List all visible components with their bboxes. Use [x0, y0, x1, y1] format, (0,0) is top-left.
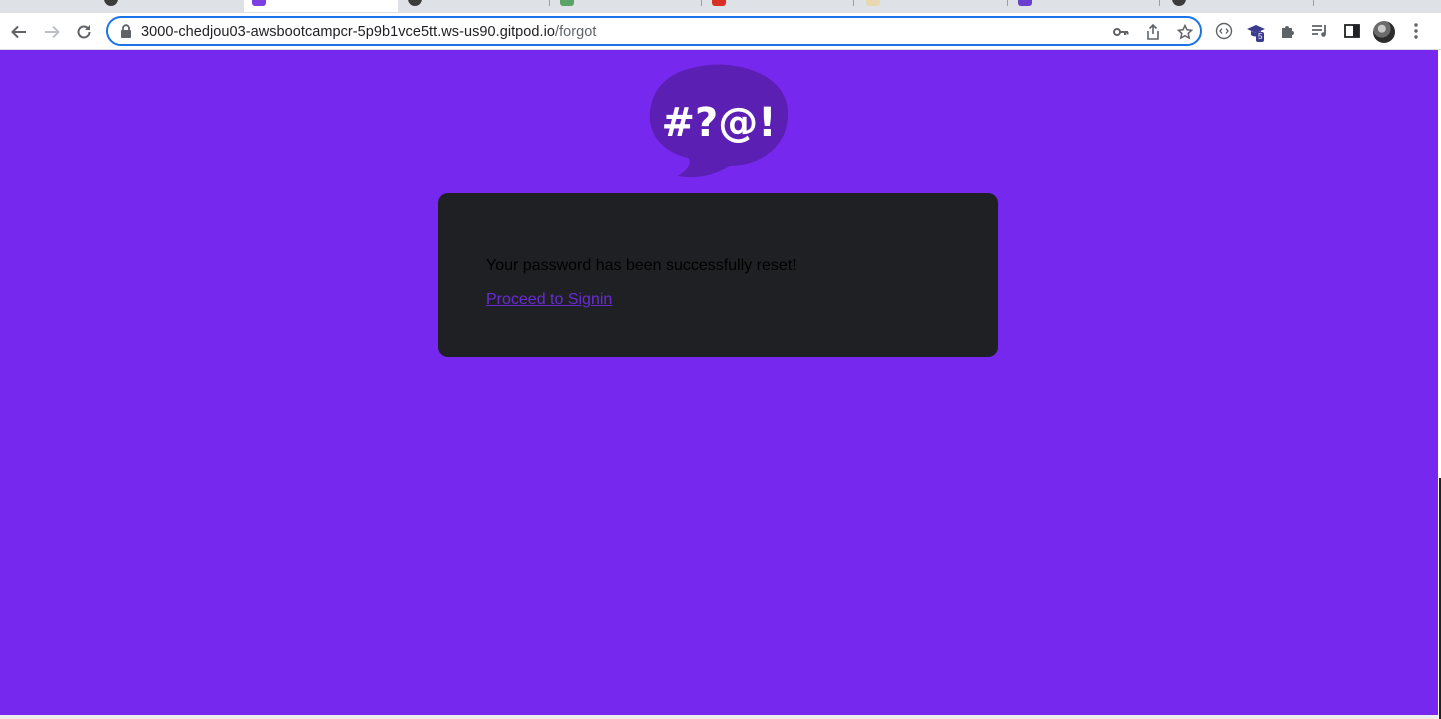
- share-icon[interactable]: [1144, 23, 1162, 41]
- browser-tab[interactable]: [400, 0, 550, 12]
- more-menu-icon[interactable]: [1406, 21, 1426, 41]
- page-viewport: #?@! Your password has been successfully…: [0, 50, 1438, 715]
- github-icon: [408, 0, 422, 6]
- graduation-cap-extension-icon[interactable]: 5: [1246, 21, 1266, 42]
- extensions-puzzle-icon[interactable]: [1278, 21, 1298, 41]
- media-queue-icon[interactable]: [1310, 21, 1330, 41]
- address-bar[interactable]: 3000-chedjou03-awsbootcampcr-5p9b1vce5tt…: [106, 16, 1202, 46]
- cruddur-icon: [252, 0, 266, 6]
- window-bottom-edge: [0, 715, 1438, 719]
- browser-tab[interactable]: [1164, 0, 1314, 12]
- sheets-icon: [560, 0, 574, 6]
- success-message: Your password has been successfully rese…: [486, 257, 797, 274]
- cruddur-logo: #?@!: [649, 64, 789, 178]
- address-url: 3000-chedjou03-awsbootcampcr-5p9b1vce5tt…: [141, 24, 596, 40]
- browser-tab-active[interactable]: [244, 0, 398, 12]
- url-path: /forgot: [554, 24, 597, 40]
- url-host: 3000-chedjou03-awsbootcampcr-5p9b1vce5tt…: [141, 24, 555, 40]
- extension-badge: 5: [1256, 32, 1265, 42]
- logo-lettering: #?@!: [662, 100, 777, 146]
- profile-avatar[interactable]: [1373, 21, 1395, 43]
- browser-tab[interactable]: [1010, 0, 1160, 12]
- reload-icon: [77, 25, 91, 39]
- side-panel-icon[interactable]: [1342, 21, 1362, 41]
- browser-tab[interactable]: [552, 0, 702, 12]
- lock-icon: [120, 24, 132, 43]
- github-icon: [104, 0, 118, 6]
- site-icon: [866, 0, 880, 6]
- purple-app-icon: [1018, 0, 1032, 6]
- code-extension-icon[interactable]: [1214, 21, 1234, 41]
- back-arrow-icon: [11, 25, 26, 39]
- proceed-to-signin-link[interactable]: Proceed to Signin: [486, 291, 612, 309]
- red-app-icon: [712, 0, 726, 6]
- reset-success-card: Your password has been successfully rese…: [438, 193, 998, 357]
- github-icon: [1172, 0, 1186, 6]
- reload-button[interactable]: [70, 18, 98, 46]
- browser-tab[interactable]: [858, 0, 1008, 12]
- forward-arrow-icon: [45, 25, 60, 39]
- browser-toolbar: 3000-chedjou03-awsbootcampcr-5p9b1vce5tt…: [0, 13, 1441, 50]
- forward-button[interactable]: [38, 18, 66, 46]
- browser-tab[interactable]: [704, 0, 854, 12]
- browser-tab[interactable]: [96, 0, 246, 12]
- bookmark-star-icon[interactable]: [1176, 23, 1194, 41]
- back-button[interactable]: [5, 18, 33, 46]
- password-key-icon[interactable]: [1112, 23, 1130, 41]
- tab-strip: [0, 0, 1441, 13]
